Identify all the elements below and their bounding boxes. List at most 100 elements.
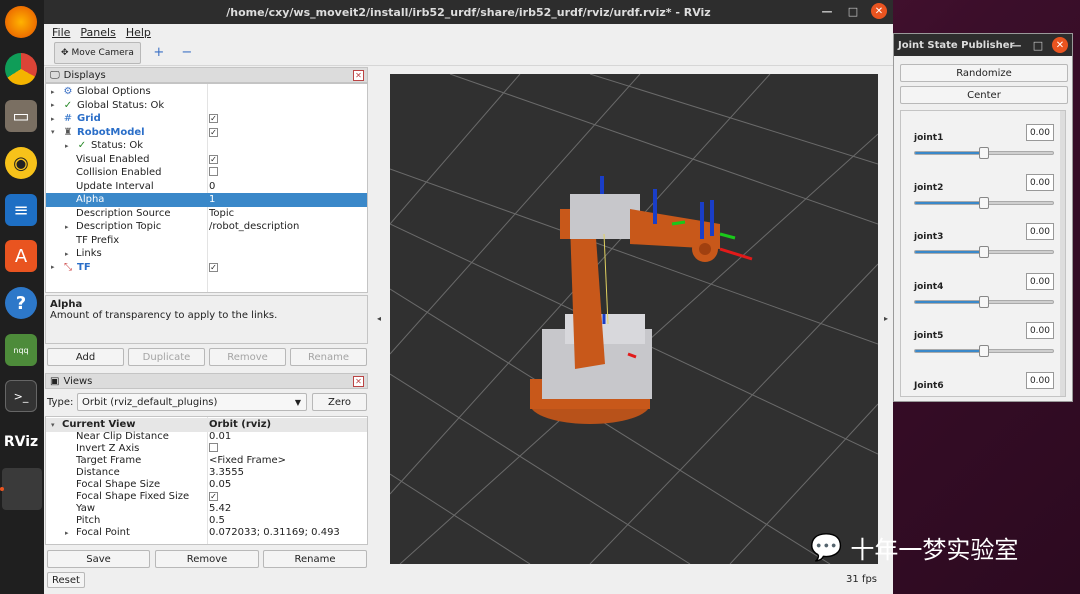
files-icon[interactable]: ▭ xyxy=(5,100,37,132)
collision-enabled-checkbox[interactable] xyxy=(209,166,218,176)
tree-row-global-options[interactable]: ▸ ⚙ Global Options xyxy=(46,85,367,99)
menu-bar: File Panels Help xyxy=(44,24,893,40)
tree-row-visual-enabled[interactable]: Visual Enabled ✓ xyxy=(46,153,367,167)
terminal-icon[interactable]: >_ xyxy=(5,380,37,412)
slider-handle[interactable] xyxy=(979,296,989,308)
joint-slider[interactable] xyxy=(914,296,1054,308)
slider-handle[interactable] xyxy=(979,345,989,357)
joint-value-field[interactable]: 0.00 xyxy=(1026,223,1054,240)
help-icon[interactable]: ? xyxy=(5,287,37,319)
move-camera-button[interactable]: ✥ Move Camera xyxy=(54,41,141,64)
views-title: Views xyxy=(63,375,93,387)
focal-fixed-checkbox[interactable]: ✓ xyxy=(209,492,218,502)
jsp-minimize-icon[interactable]: — xyxy=(1008,37,1024,53)
chevron-down-icon: ▼ xyxy=(294,397,301,407)
joint-name: joint4 xyxy=(914,282,944,292)
slider-handle[interactable] xyxy=(979,197,989,209)
joint-slider[interactable] xyxy=(914,147,1054,159)
firefox-icon[interactable] xyxy=(5,6,37,38)
grid-checkbox[interactable]: ✓ xyxy=(209,114,218,124)
remove-tool-icon[interactable]: − xyxy=(177,45,197,60)
rename-view-button[interactable]: Rename xyxy=(263,550,367,568)
close-icon[interactable]: ✕ xyxy=(871,3,887,19)
menu-file[interactable]: File xyxy=(52,26,70,39)
tree-row-grid[interactable]: ▸ # Grid ✓ xyxy=(46,112,367,126)
joint-slider[interactable] xyxy=(914,197,1054,209)
notepadqq-icon[interactable]: nqq xyxy=(5,334,37,366)
joint-value-field[interactable]: 0.00 xyxy=(1026,372,1054,389)
joint-value-field[interactable]: 0.00 xyxy=(1026,124,1054,141)
tree-row-description-topic[interactable]: ▸ Description Topic /robot_description xyxy=(46,220,367,234)
menu-panels[interactable]: Panels xyxy=(80,26,115,39)
move-camera-icon: ✥ xyxy=(61,47,69,58)
menu-help[interactable]: Help xyxy=(126,26,151,39)
robotmodel-checkbox[interactable]: ✓ xyxy=(209,127,218,137)
jsp-scrollbar[interactable] xyxy=(1060,111,1065,396)
maximize-icon[interactable]: □ xyxy=(845,3,861,19)
joint-name: joint3 xyxy=(914,232,944,242)
tf-checkbox[interactable]: ✓ xyxy=(209,262,218,272)
joint-name: Joint6 xyxy=(914,381,944,391)
collapse-left-icon[interactable]: ◂ xyxy=(377,314,381,323)
tree-row-links[interactable]: ▸ Links xyxy=(46,247,367,261)
center-button[interactable]: Center xyxy=(900,86,1068,104)
jsp-title-bar: Joint State Publisher — □ ✕ xyxy=(894,34,1072,56)
tree-row-status[interactable]: ▸ ✓ Status: Ok xyxy=(46,139,367,153)
grid-icon: # xyxy=(63,113,73,125)
joint-row: joint5 0.00 xyxy=(901,317,1061,367)
gear-icon: ⚙ xyxy=(63,86,73,98)
tree-row-robotmodel[interactable]: ▾ ♜ RobotModel ✓ xyxy=(46,126,367,140)
randomize-button[interactable]: Randomize xyxy=(900,64,1068,82)
reset-button[interactable]: Reset xyxy=(47,572,85,588)
description-title: Alpha xyxy=(50,299,83,310)
jsp-close-icon[interactable]: ✕ xyxy=(1052,37,1068,53)
watermark-text: 十年一梦实验室 xyxy=(850,536,1019,564)
zero-button[interactable]: Zero xyxy=(312,393,367,411)
rename-display-button[interactable]: Rename xyxy=(290,348,367,366)
visual-enabled-checkbox[interactable]: ✓ xyxy=(209,154,218,164)
window-title: /home/cxy/ws_moveit2/install/irb52_urdf/… xyxy=(226,5,711,19)
jsp-maximize-icon[interactable]: □ xyxy=(1030,37,1046,53)
slider-handle[interactable] xyxy=(979,147,989,159)
robot-icon: ♜ xyxy=(63,126,73,138)
tree-row-tf-prefix[interactable]: TF Prefix xyxy=(46,234,367,248)
add-tool-icon[interactable]: + xyxy=(149,45,169,60)
tree-row-alpha[interactable]: Alpha 1 xyxy=(46,193,367,207)
displays-close-icon[interactable]: ✕ xyxy=(353,70,364,81)
camera-icon: ▣ xyxy=(50,375,60,387)
tree-row-tf[interactable]: ▸ ⤡ TF ✓ xyxy=(46,261,367,275)
joint-row: joint3 0.00 xyxy=(901,218,1061,268)
3d-viewport[interactable] xyxy=(390,74,878,564)
tree-row-global-status[interactable]: ▸ ✓ Global Status: Ok xyxy=(46,99,367,113)
title-bar: /home/cxy/ws_moveit2/install/irb52_urdf/… xyxy=(44,0,893,24)
jsp-title: Joint State Publisher xyxy=(898,39,1015,51)
tree-row-collision-enabled[interactable]: Collision Enabled xyxy=(46,166,367,180)
remove-view-button[interactable]: Remove xyxy=(155,550,259,568)
minimize-icon[interactable]: — xyxy=(819,3,835,19)
rhythmbox-icon[interactable]: ◉ xyxy=(5,147,37,179)
slider-handle[interactable] xyxy=(979,246,989,258)
displays-title: Displays xyxy=(63,69,106,81)
view-type-select[interactable]: Orbit (rviz_default_plugins) ▼ xyxy=(77,393,307,411)
joint-value-field[interactable]: 0.00 xyxy=(1026,322,1054,339)
rviz-icon[interactable]: RViz xyxy=(4,426,38,458)
tree-row-description-source[interactable]: Description Source Topic xyxy=(46,207,367,221)
duplicate-button[interactable]: Duplicate xyxy=(128,348,205,366)
save-view-button[interactable]: Save xyxy=(47,550,150,568)
collapse-right-icon[interactable]: ▸ xyxy=(884,314,888,323)
writer-icon[interactable]: ≡ xyxy=(5,194,37,226)
tree-row-update-interval[interactable]: Update Interval 0 xyxy=(46,180,367,194)
views-close-icon[interactable]: ✕ xyxy=(353,376,364,387)
software-icon[interactable]: A xyxy=(5,240,37,272)
joint-value-field[interactable]: 0.00 xyxy=(1026,273,1054,290)
robot-scene xyxy=(390,74,878,564)
joint-slider[interactable] xyxy=(914,345,1054,357)
tree-row-focal-point[interactable]: ▸ Focal Point 0.072033; 0.31169; 0.493 xyxy=(46,526,367,540)
chrome-icon[interactable] xyxy=(5,53,37,85)
add-button[interactable]: Add xyxy=(47,348,124,366)
joint-value-field[interactable]: 0.00 xyxy=(1026,174,1054,191)
joint-slider[interactable] xyxy=(914,246,1054,258)
invert-z-checkbox[interactable] xyxy=(209,442,218,452)
joint-list: joint1 0.00 joint2 0.00 joint3 0.00 join… xyxy=(900,110,1066,397)
remove-display-button[interactable]: Remove xyxy=(209,348,286,366)
